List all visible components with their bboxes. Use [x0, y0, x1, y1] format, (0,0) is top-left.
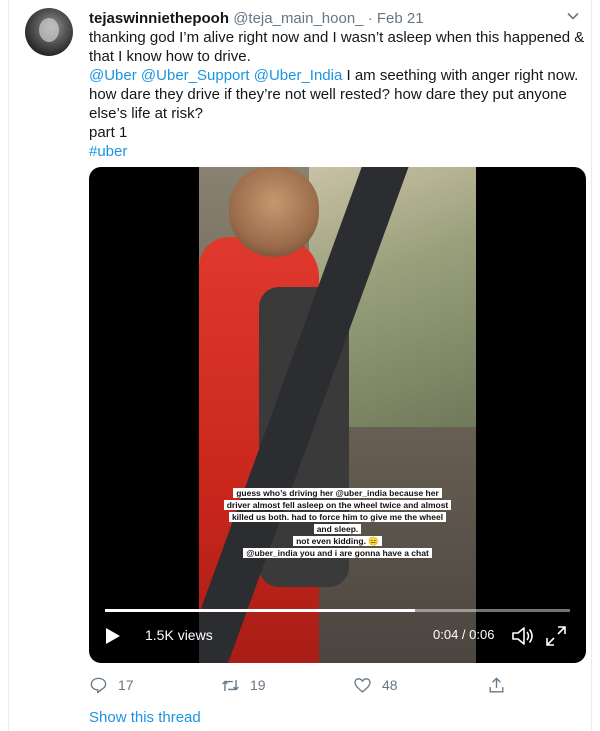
heart-icon: [354, 677, 371, 693]
video-caption: guess who’s driving her @uber_india beca…: [209, 487, 466, 559]
mention-link[interactable]: @Uber_India: [254, 67, 343, 84]
tweet-text-line: #uber: [89, 142, 589, 161]
like-count: 48: [382, 677, 398, 693]
driver-head: [229, 167, 319, 257]
video-progress-bar[interactable]: [105, 609, 570, 612]
reply-count: 17: [118, 677, 134, 693]
tweet-text-line: thanking god I’m alive right now and I w…: [89, 29, 585, 65]
retweet-button[interactable]: 19: [221, 674, 266, 696]
mention-link[interactable]: @Uber_Support: [141, 67, 250, 84]
caption-line: driver almost fell asleep on the wheel t…: [223, 500, 452, 510]
avatar[interactable]: [25, 8, 73, 56]
tweet-text-line: @Uber @Uber_Support @Uber_India I am see…: [89, 66, 589, 123]
tweet-text-line: part 1: [89, 124, 128, 141]
avatar-face: [39, 18, 59, 42]
tweet-date[interactable]: Feb 21: [377, 10, 424, 27]
like-button[interactable]: 48: [353, 674, 398, 696]
show-thread-link[interactable]: Show this thread: [89, 708, 201, 728]
caption-line: and sleep.: [313, 524, 362, 534]
caption-line: @uber_india you and i are gonna have a c…: [243, 548, 432, 558]
tweet-header: tejaswinniethepooh @teja_main_hoon_ · Fe…: [89, 8, 579, 30]
share-icon: [489, 676, 504, 693]
tweet-actions: 17 19 48: [89, 674, 509, 696]
separator-dot: ·: [367, 10, 373, 27]
reply-icon: [90, 677, 107, 693]
retweet-count: 19: [250, 677, 266, 693]
caption-line: not even kidding. 😑: [293, 536, 382, 546]
tweet-text: thanking god I’m alive right now and I w…: [89, 28, 589, 161]
retweet-icon: [222, 679, 239, 691]
reply-button[interactable]: 17: [89, 674, 134, 696]
share-button[interactable]: [487, 674, 516, 696]
caption-line: killed us both. had to force him to give…: [228, 512, 447, 522]
video-player[interactable]: guess who’s driving her @uber_india beca…: [89, 167, 586, 663]
caption-line: guess who’s driving her @uber_india beca…: [233, 488, 442, 498]
video-frame: [199, 167, 476, 663]
video-time: 0:04 / 0:06: [433, 627, 495, 642]
tweet-card[interactable]: tejaswinniethepooh @teja_main_hoon_ · Fe…: [8, 0, 592, 731]
display-name[interactable]: tejaswinniethepooh: [89, 10, 229, 27]
chevron-down-icon[interactable]: [567, 10, 579, 22]
volume-icon[interactable]: [511, 625, 535, 647]
view-count: 1.5K views: [145, 627, 213, 643]
play-icon[interactable]: [105, 627, 121, 645]
user-handle[interactable]: @teja_main_hoon_: [233, 10, 363, 27]
fullscreen-icon[interactable]: [545, 625, 567, 647]
mention-link[interactable]: @Uber: [89, 67, 137, 84]
video-progress-fill: [105, 609, 416, 612]
hashtag-link[interactable]: #uber: [89, 143, 127, 160]
